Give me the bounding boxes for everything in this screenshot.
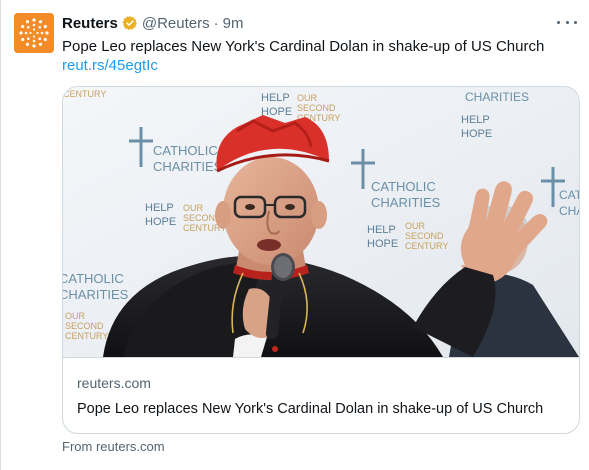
backdrop-text: CATHOLIC <box>153 143 218 158</box>
tweet-text: Pope Leo replaces New York's Cardinal Do… <box>62 38 545 55</box>
separator-dot: · <box>213 14 219 32</box>
author-name[interactable]: Reuters <box>62 15 118 32</box>
backdrop-text: HELP <box>261 92 290 104</box>
card-title[interactable]: Pope Leo replaces New York's Cardinal Do… <box>77 401 543 417</box>
backdrop-text: HELP <box>145 202 174 214</box>
more-options-icon[interactable] <box>557 14 577 30</box>
card-footer[interactable]: reuters.com Pope Leo replaces New York's… <box>63 357 579 433</box>
tweet-timestamp[interactable]: 9m <box>223 15 244 32</box>
backdrop-text: HOPE <box>461 128 492 140</box>
backdrop-text: SECOND <box>297 103 336 113</box>
backdrop-text: HOPE <box>367 238 398 250</box>
tweet-header: Reuters @Reuters · 9m <box>62 13 243 33</box>
backdrop-text: OUR <box>183 203 204 213</box>
backdrop-text: CHARITIES <box>63 287 129 302</box>
backdrop-text: SECOND <box>65 321 104 331</box>
card-domain: reuters.com <box>77 375 151 391</box>
author-handle[interactable]: @Reuters <box>142 15 210 32</box>
source-attribution: From reuters.com <box>62 439 165 454</box>
backdrop-text: CENTURY <box>65 331 108 341</box>
backdrop-text: CATHOLIC <box>371 179 436 194</box>
backdrop-text: CHARITIES <box>371 195 441 210</box>
backdrop-text: CHARITIES <box>465 90 529 104</box>
backdrop-text: CENTURY <box>63 89 106 99</box>
backdrop-text: HOPE <box>145 216 176 228</box>
backdrop-text: OUR <box>65 311 86 321</box>
tweet-link[interactable]: reut.rs/45egtIc <box>62 56 158 76</box>
tweet[interactable]: Reuters @Reuters · 9m Pope Leo replaces … <box>0 0 589 470</box>
backdrop-text: HELP <box>367 224 396 236</box>
verified-badge-icon[interactable] <box>122 15 138 31</box>
link-preview-card[interactable]: CATHOLIC CHARITIES HELP HOPE OUR SECOND … <box>62 86 580 434</box>
backdrop-text: HELP <box>461 114 490 126</box>
backdrop-text: SECOND <box>405 231 444 241</box>
backdrop-text: OUR <box>405 221 426 231</box>
card-image[interactable]: CATHOLIC CHARITIES HELP HOPE OUR SECOND … <box>63 87 579 357</box>
reuters-logo-icon[interactable] <box>14 13 54 53</box>
backdrop-text: CATHOLIC <box>63 271 124 286</box>
backdrop-text: OUR <box>297 93 318 103</box>
backdrop-text: CHARITIES <box>559 204 579 218</box>
backdrop-text: CHARITIES <box>153 159 223 174</box>
backdrop-text: CATHOLIC <box>559 188 579 202</box>
backdrop-text: CENTURY <box>405 241 448 251</box>
